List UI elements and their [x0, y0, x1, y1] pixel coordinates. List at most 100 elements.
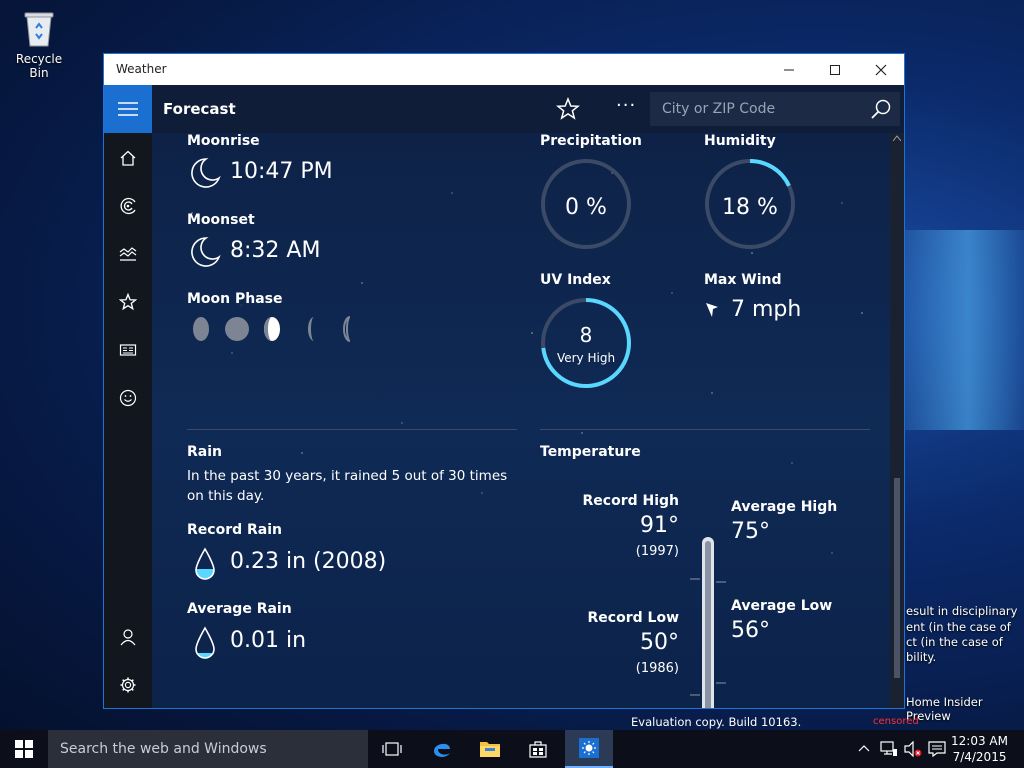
evaluation-copy-text: Evaluation copy. Build 10163.	[631, 715, 802, 729]
edge-icon	[434, 743, 450, 757]
moon-phase-4-icon	[308, 317, 314, 341]
raindrop-icon	[195, 626, 215, 659]
moonset-label: Moonset	[187, 212, 255, 228]
hamburger-menu-button[interactable]	[104, 85, 152, 133]
average-low-label: Average Low	[731, 598, 833, 614]
moon-phase-5-icon	[343, 316, 351, 342]
precipitation-value: 0 %	[565, 195, 607, 220]
nav-settings[interactable]	[116, 673, 140, 697]
moon-phase-1-icon	[193, 317, 209, 341]
moonset-value: 8:32 AM	[230, 238, 321, 263]
weather-app-button[interactable]	[565, 730, 613, 768]
clock-time: 12:03 AM	[951, 734, 1008, 748]
system-clock[interactable]: 12:03 AM 7/4/2015	[951, 733, 1008, 765]
censored-text: censored	[873, 716, 919, 727]
record-high-year: (1997)	[635, 544, 679, 559]
nav-places[interactable]	[116, 290, 140, 314]
temperature-label: Temperature	[540, 444, 641, 460]
rain-label: Rain	[187, 444, 222, 460]
app-bar: Forecast ···	[104, 85, 904, 133]
record-low-label: Record Low	[587, 610, 679, 626]
record-high-label: Record High	[582, 493, 680, 509]
max-wind-label: Max Wind	[704, 272, 782, 288]
nav-account[interactable]	[116, 625, 140, 649]
window-title: Weather	[116, 62, 167, 76]
add-favorite-button[interactable]	[555, 96, 581, 121]
desktop-notice-line-3: ct (in the case of	[906, 635, 1003, 649]
store-button[interactable]	[514, 730, 562, 768]
clock-date: 7/4/2015	[952, 750, 1007, 764]
recycle-bin-icon	[22, 8, 56, 48]
scroll-thumb[interactable]	[894, 478, 900, 678]
weather-window: Weather Forecast ··· City or ZIP Code Mo…	[103, 53, 905, 709]
humidity-value: 18 %	[722, 195, 778, 220]
edge-browser-button[interactable]	[418, 730, 466, 768]
moon-phase-strip	[193, 316, 351, 342]
maximize-button[interactable]	[812, 54, 858, 85]
humidity-label: Humidity	[704, 133, 776, 149]
uv-index-label: UV Index	[540, 272, 611, 288]
average-rain-label: Average Rain	[187, 601, 292, 617]
file-explorer-button[interactable]	[466, 730, 514, 768]
insider-preview-text: Home Insider Preview	[906, 695, 983, 723]
windows-logo-icon	[15, 740, 33, 758]
nav-news[interactable]	[116, 338, 140, 362]
taskbar-search-box[interactable]: Search the web and Windows	[48, 730, 368, 768]
moon-phase-2-icon	[225, 317, 249, 341]
record-low-year: (1986)	[635, 661, 679, 676]
search-input[interactable]	[650, 92, 860, 126]
uv-index-description: Very High	[556, 351, 616, 365]
smiley-feedback-icon	[119, 389, 137, 407]
record-rain-value: 0.23 in (2008)	[230, 549, 387, 574]
desktop-notice-line-4: bility.	[906, 650, 937, 664]
title-bar[interactable]: Weather	[104, 54, 904, 85]
forecast-content: Moonrise 10:47 PM Moonset 8:32 AM Moon P…	[152, 133, 892, 708]
more-options-button[interactable]: ···	[616, 95, 636, 116]
moonrise-label: Moonrise	[187, 133, 260, 149]
nav-home[interactable]	[116, 146, 140, 170]
home-icon	[120, 150, 136, 166]
rain-description: In the past 30 years, it rained 5 out of…	[187, 468, 508, 504]
weather-sun-icon	[579, 738, 599, 758]
record-rain-label: Record Rain	[187, 522, 282, 538]
section-divider	[187, 429, 517, 430]
nav-feedback[interactable]	[116, 386, 140, 410]
maximize-icon	[830, 64, 840, 75]
average-high-value: 75°	[731, 519, 770, 544]
desktop-notice-line-1: esult in disciplinary	[906, 604, 1018, 618]
moon-phase-3-icon	[264, 317, 280, 341]
settings-icon	[120, 677, 136, 693]
close-icon	[875, 64, 887, 75]
star-icon	[555, 96, 581, 120]
wind-direction-icon	[706, 303, 718, 317]
scroll-up-icon[interactable]	[893, 135, 901, 141]
minimize-button[interactable]	[766, 54, 812, 85]
close-button[interactable]	[858, 54, 904, 85]
nav-historical[interactable]	[116, 242, 140, 266]
vertical-scrollbar[interactable]	[890, 133, 904, 708]
city-search-box	[650, 92, 900, 126]
nav-forecast[interactable]	[116, 194, 140, 218]
favorites-star-icon	[119, 293, 137, 311]
page-title: Forecast	[163, 100, 236, 118]
search-icon[interactable]	[870, 98, 892, 120]
desktop-notice-line-2: ent (in the case of	[906, 620, 1011, 634]
action-center-icon[interactable]	[928, 741, 946, 757]
news-icon	[119, 344, 137, 356]
raindrop-icon	[195, 547, 215, 580]
folder-icon	[480, 742, 500, 757]
average-high-label: Average High	[731, 499, 838, 515]
task-view-button[interactable]	[368, 730, 416, 768]
crescent-moon-icon	[191, 158, 221, 188]
store-bag-icon	[529, 741, 547, 758]
forecast-radar-icon	[120, 197, 136, 215]
moonrise-value: 10:47 PM	[230, 159, 333, 184]
recycle-bin[interactable]: Recycle Bin	[6, 8, 72, 80]
volume-muted-icon[interactable]	[904, 741, 922, 757]
record-high-value: 91°	[640, 513, 679, 538]
start-button[interactable]	[0, 730, 48, 768]
show-hidden-icons-chevron-icon[interactable]	[858, 744, 870, 752]
network-icon[interactable]	[880, 741, 898, 757]
taskbar-search-text: Search the web and Windows	[60, 741, 267, 757]
moon-phase-label: Moon Phase	[187, 291, 283, 307]
